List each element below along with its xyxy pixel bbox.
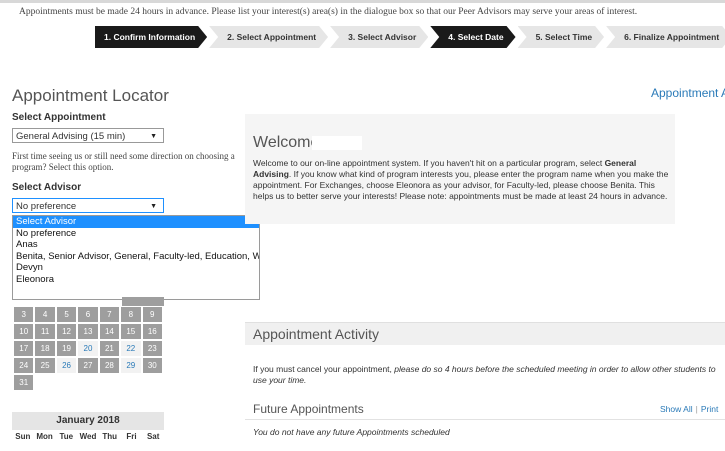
link-separator: | [695, 404, 698, 414]
activity-header: Appointment Activity [245, 322, 725, 345]
calendar-day: 5 [56, 307, 77, 322]
advisor-option[interactable]: Eleonora [13, 274, 259, 286]
calendar-week: 17 18 19 20 21 22 23 [14, 341, 162, 356]
activity-title: Appointment Activity [253, 326, 380, 342]
advisor-option[interactable]: Benita, Senior Advisor, General, Faculty… [13, 251, 259, 263]
weekday-label: Wed [79, 432, 97, 441]
calendar-month-header: January 2018 [12, 412, 164, 430]
select-appointment-label: Select Appointment [12, 112, 106, 123]
december-calendar-grid: 3 4 5 6 7 8 9 10 11 12 13 14 15 16 17 18… [12, 305, 164, 392]
welcome-text-part: . If you know what kind of program inter… [253, 169, 669, 201]
step-select-appointment[interactable]: 2. Select Appointment [209, 26, 328, 48]
show-all-link[interactable]: Show All [660, 404, 693, 414]
calendar-day [142, 375, 162, 390]
step-select-advisor[interactable]: 3. Select Advisor [330, 26, 428, 48]
print-link[interactable]: Print [701, 404, 718, 414]
advisor-option[interactable]: No preference [13, 228, 259, 240]
calendar-day[interactable]: 22 [121, 341, 141, 356]
calendar-day: 18 [35, 341, 55, 356]
welcome-text: Welcome to our on-line appointment syste… [253, 158, 671, 202]
calendar-day: 16 [142, 324, 162, 339]
step-select-time[interactable]: 5. Select Time [518, 26, 605, 48]
calendar-day[interactable]: 20 [78, 341, 98, 356]
calendar-week: 3 4 5 6 7 8 9 [14, 307, 162, 322]
welcome-name-placeholder [312, 136, 362, 150]
dropdown-arrow-icon: ▼ [150, 203, 157, 210]
welcome-title: Welcome [253, 134, 320, 151]
weekday-label: Fri [126, 432, 137, 441]
calendar-day: 3 [14, 307, 34, 322]
advisor-option[interactable]: Anas [13, 239, 259, 251]
cancellation-note-lead: If you must cancel your appointment, [253, 364, 395, 374]
calendar-day: 27 [78, 358, 98, 373]
step-progress-bar: 1. Confirm Information 2. Select Appoint… [95, 26, 725, 48]
step-finalize-appointment[interactable]: 6. Finalize Appointment [606, 26, 725, 48]
dropdown-arrow-icon: ▼ [150, 133, 157, 140]
divider [245, 419, 725, 420]
weekday-label: Sat [146, 432, 160, 441]
calendar-day: 9 [142, 307, 162, 322]
future-links: Show All | Print [660, 404, 718, 414]
future-appointments-title: Future Appointments [253, 402, 364, 416]
appointment-activity-panel: Appointment Activity If you must cancel … [245, 322, 725, 451]
calendar-day: 7 [99, 307, 120, 322]
weekday-header: Sun Mon Tue Wed Thu Fri Sat [12, 432, 164, 441]
welcome-panel: Welcome Welcome to our on-line appointme… [245, 114, 675, 224]
calendar-day [121, 375, 141, 390]
calendar-day: 28 [99, 358, 120, 373]
top-border [0, 0, 725, 3]
cancellation-note: If you must cancel your appointment, ple… [253, 364, 725, 386]
calendar-day [56, 375, 77, 390]
calendar-day: 23 [142, 341, 162, 356]
appointment-link[interactable]: Appointment A [651, 86, 725, 100]
weekday-label: Mon [36, 432, 53, 441]
advisor-option[interactable]: Devyn [13, 262, 259, 274]
appointment-select[interactable]: General Advising (15 min) ▼ [12, 128, 164, 143]
calendar-day: 8 [121, 307, 141, 322]
calendar-day: 14 [99, 324, 120, 339]
calendar-day: 10 [14, 324, 34, 339]
calendar-day: 30 [142, 358, 162, 373]
advisor-select-value: No preference [16, 201, 77, 212]
calendar-day: 21 [99, 341, 120, 356]
calendar-day: 31 [14, 375, 34, 390]
advance-notice: Appointments must be made 24 hours in ad… [19, 7, 638, 17]
calendar-day: 15 [121, 324, 141, 339]
calendar-day [99, 375, 120, 390]
no-appointments-message: You do not have any future Appointments … [253, 427, 450, 437]
welcome-text-part: Welcome to our on-line appointment syste… [253, 158, 605, 168]
calendar-day: 24 [14, 358, 34, 373]
weekday-label: Sun [15, 432, 31, 441]
calendar-day[interactable]: 26 [56, 358, 77, 373]
weekday-label: Thu [102, 432, 118, 441]
calendar-day [78, 375, 98, 390]
calendar-week: 10 11 12 13 14 15 16 [14, 324, 162, 339]
advisor-dropdown-list: Select Advisor No preference Anas Benita… [12, 215, 260, 300]
calendar-day: 6 [78, 307, 98, 322]
weekday-label: Tue [59, 432, 74, 441]
calendar-day: 13 [78, 324, 98, 339]
select-advisor-label: Select Advisor [12, 182, 82, 193]
step-confirm-information[interactable]: 1. Confirm Information [95, 26, 207, 48]
calendar-day: 25 [35, 358, 55, 373]
appointment-select-value: General Advising (15 min) [16, 131, 126, 142]
calendar-day: 19 [56, 341, 77, 356]
calendar-week: 31 [14, 375, 162, 390]
calendar-day: 4 [35, 307, 55, 322]
calendar-day[interactable]: 29 [121, 358, 141, 373]
calendar-day: 17 [14, 341, 34, 356]
step-select-date[interactable]: 4. Select Date [430, 26, 515, 48]
calendar-day: 12 [56, 324, 77, 339]
page-title: Appointment Locator [12, 86, 169, 105]
calendar-week: 24 25 26 27 28 29 30 [14, 358, 162, 373]
advisor-select[interactable]: No preference ▼ [12, 198, 164, 213]
calendar-day [35, 375, 55, 390]
calendar-day: 11 [35, 324, 55, 339]
advisor-option[interactable]: Select Advisor [13, 216, 259, 228]
general-advising-help: First time seeing us or still need some … [12, 151, 235, 172]
